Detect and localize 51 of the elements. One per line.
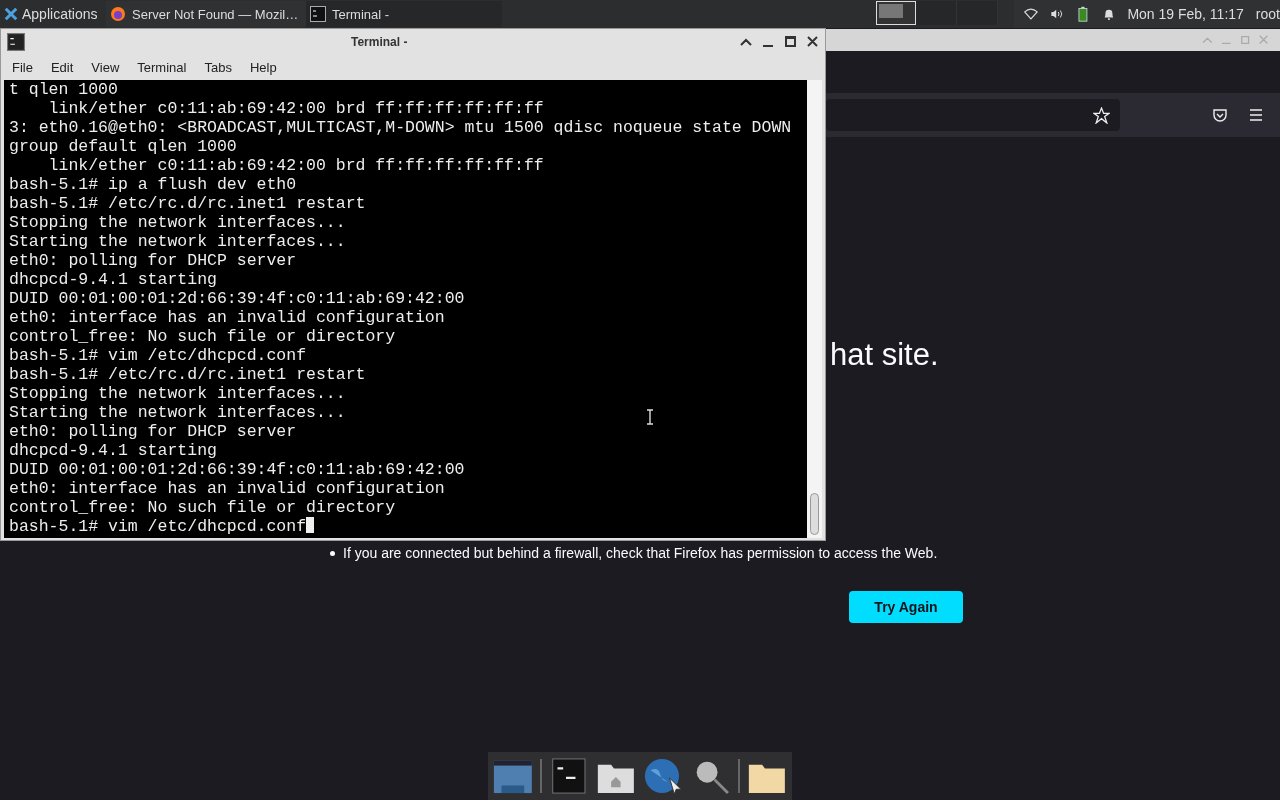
terminal-line: DUID 00:01:00:01:2d:66:39:4f:c0:11:ab:69:42:00 — [9, 289, 465, 308]
terminal-line: Starting the network interfaces... — [9, 232, 346, 251]
try-again-button[interactable]: Try Again — [849, 591, 963, 623]
terminal-icon — [7, 33, 25, 51]
taskbar-button[interactable]: Server Not Found — Mozil… — [106, 1, 306, 27]
terminal-icon — [310, 6, 326, 22]
scrollbar[interactable] — [807, 80, 822, 538]
terminal-line: bash-5.1# vim /etc/dhcpcd.conf — [9, 517, 315, 536]
window-title: Terminal - — [351, 35, 408, 49]
terminal-line: bash-5.1# vim /etc/dhcpcd.conf — [9, 346, 307, 365]
terminal-line: dhcpcd-9.4.1 starting — [9, 441, 217, 460]
terminal-line: group default qlen 1000 — [9, 137, 237, 156]
text-cursor-icon — [646, 409, 654, 425]
terminal-line: 3: eth0.16@eth0: <BROADCAST,MULTICAST,M-DOWN> mtu 1500 qdisc noqueue state DOWN — [9, 118, 792, 137]
terminal-line: link/ether c0:11:ab:69:42:00 brd ff:ff:ff:ff:ff:ff — [47, 99, 544, 118]
terminal-line: bash-5.1# ip a flush dev eth0 — [9, 175, 297, 194]
star-icon[interactable] — [1093, 106, 1110, 124]
workspace-pager[interactable] — [876, 1, 998, 27]
terminal-line: eth0: polling for DHCP server — [9, 251, 297, 270]
pocket-icon[interactable] — [1212, 107, 1228, 123]
applications-menu[interactable]: Applications — [0, 6, 106, 22]
menu-item[interactable]: File — [1, 60, 42, 75]
menu-item[interactable]: View — [82, 60, 129, 75]
menu-item[interactable]: Help — [240, 60, 286, 75]
terminal-line: control_free: No such file or directory — [9, 498, 396, 517]
battery-icon[interactable] — [1075, 6, 1090, 22]
terminal-line: Starting the network interfaces... — [9, 403, 346, 422]
terminal-line: link/ether c0:11:ab:69:42:00 brd ff:ff:ff:ff:ff:ff — [47, 156, 544, 175]
menu-item[interactable]: Edit — [41, 60, 83, 75]
terminal-line: eth0: polling for DHCP server — [9, 422, 297, 441]
clock[interactable]: Mon 19 Feb, 11:17 — [1127, 6, 1244, 22]
terminal-line: eth0: interface has an invalid configuration — [9, 308, 445, 327]
terminal-line: t qlen 1000 — [9, 80, 118, 99]
error-heading: hat site. — [830, 337, 939, 373]
window-controls-icon[interactable] — [739, 35, 819, 49]
x-logo-icon — [4, 7, 18, 21]
menu-icon[interactable] — [1248, 107, 1264, 123]
terminal-line: DUID 00:01:00:01:2d:66:39:4f:c0:11:ab:69:42:00 — [9, 460, 465, 479]
user-name[interactable]: root — [1255, 6, 1280, 22]
terminal-line: control_free: No such file or directory — [9, 327, 396, 346]
wifi-icon[interactable] — [1024, 6, 1038, 22]
menu-item[interactable]: Terminal — [128, 60, 196, 75]
terminal-line: eth0: interface has an invalid configuration — [9, 479, 445, 498]
terminal-line: Stopping the network interfaces... — [9, 213, 346, 232]
terminal-line: Stopping the network interfaces... — [9, 384, 346, 403]
terminal-line: bash-5.1# /etc/rc.d/rc.inet1 restart — [9, 365, 366, 384]
terminal-line: bash-5.1# /etc/rc.d/rc.inet1 restart — [9, 194, 366, 213]
menu-item[interactable]: Tabs — [195, 60, 241, 75]
taskbar-button[interactable]: Terminal - — [306, 1, 502, 27]
error-hint: If you are connected but behind a firewall, check that Firefox has permission to access the Web. — [330, 545, 938, 561]
terminal-line: dhcpcd-9.4.1 starting — [9, 270, 217, 289]
